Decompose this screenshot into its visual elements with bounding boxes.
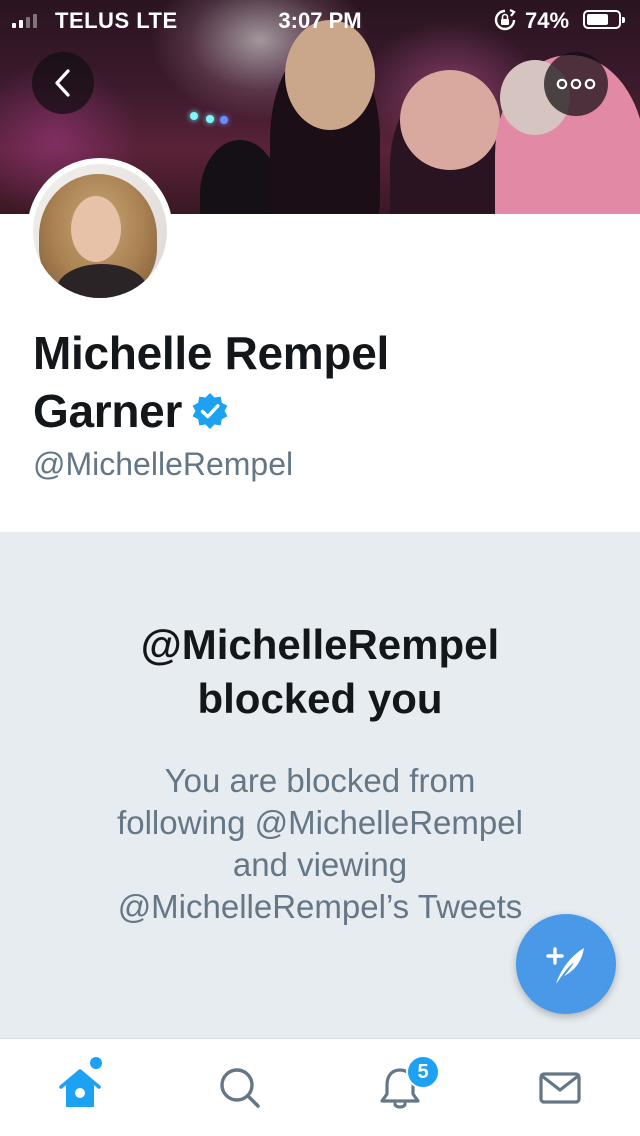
battery-icon xyxy=(583,10,625,29)
compose-tweet-icon xyxy=(546,947,584,984)
status-bar: TELUS LTE 3:07 PM 74% xyxy=(0,0,640,40)
blocked-description-line1: You are blocked from xyxy=(164,762,476,799)
profile-name-line1: Michelle Rempel xyxy=(33,327,389,379)
verified-badge-icon xyxy=(192,393,228,429)
tab-search[interactable] xyxy=(160,1039,320,1136)
profile-name: Michelle Rempel Garner xyxy=(33,324,593,440)
tab-bar xyxy=(0,1038,640,1136)
blocked-description-line3: and viewing xyxy=(232,846,408,883)
tab-notifications[interactable] xyxy=(320,1039,480,1136)
profile-handle: @MichelleRempel xyxy=(33,446,294,482)
rotation-lock-icon xyxy=(494,9,516,31)
tab-home[interactable] xyxy=(0,1039,160,1136)
battery-percent: 74% xyxy=(525,8,570,33)
blocked-description-line2: following @MichelleRempel xyxy=(117,804,523,841)
avatar-photo xyxy=(33,164,167,298)
tab-messages[interactable] xyxy=(480,1039,640,1136)
blocked-title: @MichelleRempel blocked you xyxy=(0,618,640,726)
profile-name-line2: Garner xyxy=(33,385,183,437)
blocked-title-line1: @MichelleRempel xyxy=(140,621,500,668)
envelope-icon xyxy=(539,1071,581,1104)
compose-tweet-button[interactable] xyxy=(516,914,616,1014)
back-button[interactable] xyxy=(32,52,94,114)
more-dots-icon xyxy=(556,78,596,90)
chevron-left-icon xyxy=(55,69,70,97)
new-tweets-dot xyxy=(90,1057,102,1069)
more-options-button[interactable] xyxy=(544,52,608,116)
home-icon xyxy=(59,1068,101,1107)
blocked-description-line4: @MichelleRempel’s Tweets xyxy=(117,888,523,925)
search-icon xyxy=(220,1067,260,1108)
blocked-title-line2: blocked you xyxy=(197,675,443,722)
notifications-badge: 5 xyxy=(406,1055,440,1089)
profile-avatar[interactable] xyxy=(27,158,173,304)
blocked-description: You are blocked from following @Michelle… xyxy=(60,760,580,928)
